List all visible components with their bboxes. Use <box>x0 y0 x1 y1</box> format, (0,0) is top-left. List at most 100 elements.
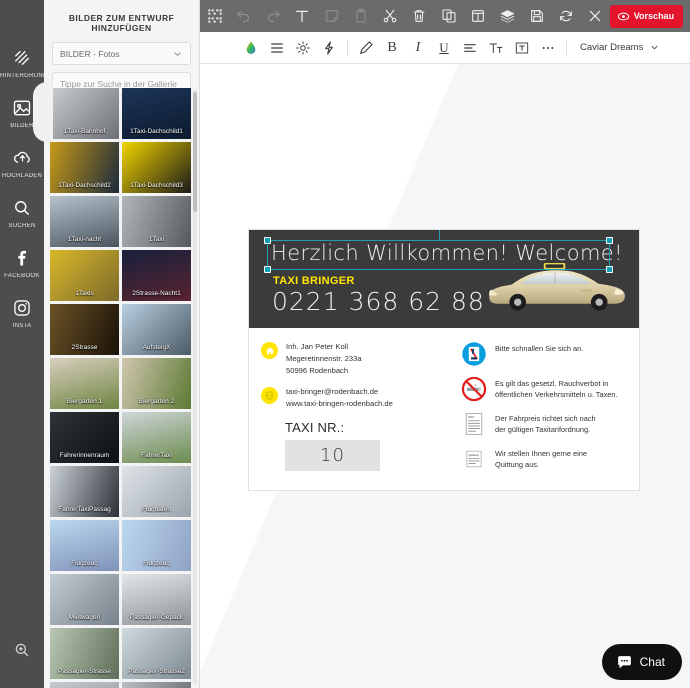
notice-receipt-line-1: Wir stellen Ihnen gerne eine <box>495 449 588 458</box>
notice-tariff-line-1: Der Fahrpreis richtet sich nach <box>495 414 596 423</box>
upload-cloud-icon <box>12 146 33 170</box>
notice-tariff[interactable]: Tarif Der Fahrpreis richtet sich nach de… <box>461 411 627 437</box>
gallery-scrollbar-thumb[interactable] <box>193 92 197 212</box>
italic-icon[interactable]: I <box>405 32 431 64</box>
bold-icon[interactable]: B <box>379 32 405 64</box>
pen-icon[interactable] <box>353 32 379 64</box>
text-icon[interactable] <box>288 0 317 32</box>
sidebar-item-facebook[interactable]: FACEBOOK <box>0 238 44 286</box>
address-line-2: Megeretinnenstr. 233a <box>286 353 362 363</box>
gallery-thumbnail[interactable]: Biergarten 1 <box>50 358 119 409</box>
undo-icon[interactable] <box>229 0 258 32</box>
gallery-thumbnail[interactable]: Flugzeug <box>50 520 119 571</box>
gallery-thumbnail[interactable]: 1Taxi-Dachschild3 <box>122 142 191 193</box>
notice-seatbelt-line-1: Bitte schnallen Sie sich an. <box>495 344 584 353</box>
selection-handle-top-left[interactable] <box>264 237 271 244</box>
facebook-icon <box>12 246 32 270</box>
address-text: Inh. Jan Peter Koll Megeretinnenstr. 233… <box>286 341 362 376</box>
notice-seatbelt[interactable]: Bitte schnallen Sie sich an. <box>461 341 627 367</box>
gallery-thumbnail[interactable]: 1Taxi-Dachschild2 <box>50 142 119 193</box>
cut-scissors-icon[interactable] <box>376 0 405 32</box>
canvas-company-name[interactable]: TAXI BRINGER <box>273 275 355 287</box>
gallery-thumbnail-label: Passagier-Gepack <box>129 614 184 621</box>
gallery-thumbnail[interactable]: Passagier-Strasse <box>50 628 119 679</box>
preview-button-label: Vorschau <box>633 11 675 21</box>
category-dropdown-value: BILDER - Fotos <box>60 48 120 59</box>
refresh-icon[interactable] <box>551 0 580 32</box>
gallery-thumbnail[interactable]: Biergarten 2 <box>122 358 191 409</box>
design-workspace[interactable]: Herzlich Willkommen! Welcome! TAXI BRING… <box>200 64 690 688</box>
gallery-thumbnail[interactable]: Flugzeug <box>122 520 191 571</box>
brightness-icon[interactable] <box>290 32 316 64</box>
color-drop-icon[interactable] <box>238 32 264 64</box>
gallery-thumbnail-label: FahrerTaxiPassag <box>58 506 111 513</box>
gallery-thumbnail-label: Passagier-Strasse <box>57 668 112 675</box>
preview-button[interactable]: Vorschau <box>609 4 684 28</box>
chevron-down-icon <box>649 42 660 53</box>
more-options-icon[interactable] <box>535 32 561 64</box>
sidebar-item-hintergrund[interactable]: HINTERGRUND <box>0 38 44 86</box>
qr-grid-icon[interactable] <box>200 0 229 32</box>
gallery-thumbnail[interactable]: 2Strasse <box>50 304 119 355</box>
sidebar-label-hintergrund: HINTERGRUND <box>0 72 44 79</box>
effects-bolt-icon[interactable] <box>316 32 342 64</box>
taxi-number-label[interactable]: TAXI NR.: <box>285 420 457 435</box>
zoom-in-button[interactable] <box>0 626 44 674</box>
selection-frame[interactable] <box>264 230 613 273</box>
close-icon[interactable] <box>580 0 609 32</box>
align-left-icon[interactable] <box>457 32 483 64</box>
gallery-thumbnail[interactable]: AufsteigX <box>122 304 191 355</box>
image-gallery[interactable]: 1Taxi-Bahnhof 1Taxi-Dachschild1 1Taxi-Dach… <box>50 88 198 688</box>
seatbelt-icon <box>462 342 486 366</box>
gallery-thumbnail[interactable]: 2Strasse-Nacht1 <box>122 250 191 301</box>
gallery-thumbnail[interactable] <box>122 682 191 688</box>
gallery-thumbnail[interactable]: 1Taxi <box>122 196 191 247</box>
eye-icon <box>617 10 630 23</box>
images-panel: BILDER ZUM ENTWURF HINZUFÜGEN BILDER - F… <box>44 0 200 688</box>
redo-icon[interactable] <box>259 0 288 32</box>
selection-handle-bottom-right[interactable] <box>606 266 613 273</box>
save-icon[interactable] <box>522 0 551 32</box>
gallery-thumbnail-label: 1Taxi-Bahnhof <box>63 128 106 135</box>
align-top-icon[interactable] <box>463 0 492 32</box>
text-box-icon[interactable] <box>509 32 535 64</box>
font-family-selector[interactable]: Caviar Dreams <box>580 42 660 53</box>
taxi-number-value[interactable]: 10 <box>285 439 380 471</box>
layers-icon[interactable] <box>493 0 522 32</box>
underline-icon[interactable]: U <box>431 32 457 64</box>
notice-no-smoking[interactable]: Es gilt das gesetzl. Rauchverbot in öffe… <box>461 376 627 402</box>
chat-button[interactable]: Chat <box>601 644 682 680</box>
duplicate-icon[interactable] <box>434 0 463 32</box>
web-row[interactable]: taxi-bringer@rodenbach.de www.taxi-bring… <box>261 386 457 410</box>
gallery-thumbnail[interactable]: Mietwagen <box>50 574 119 625</box>
sidebar-item-insta[interactable]: INSTA <box>0 288 44 336</box>
font-size-icon[interactable] <box>483 32 509 64</box>
design-canvas[interactable]: Herzlich Willkommen! Welcome! TAXI BRING… <box>248 229 640 491</box>
gallery-thumbnail[interactable]: 1Taxi-nacht <box>50 196 119 247</box>
notice-receipt[interactable]: Quittung Wir stellen Ihnen gerne eine Qu… <box>461 446 627 472</box>
gallery-thumbnail[interactable]: 1Taxi-Dachschild1 <box>122 88 191 139</box>
category-dropdown[interactable]: BILDER - Fotos <box>52 42 191 65</box>
receipt-icon: Quittung <box>466 450 482 468</box>
sidebar-item-suchen[interactable]: SUCHEN <box>0 188 44 236</box>
gallery-thumbnail[interactable] <box>50 682 119 688</box>
selection-handle-top-right[interactable] <box>606 237 613 244</box>
sticker-icon[interactable] <box>317 0 346 32</box>
gallery-thumbnail[interactable]: Passagier-Strasse2 <box>122 628 191 679</box>
gallery-thumbnail[interactable]: 1Taxi-Bahnhof <box>50 88 119 139</box>
sidebar-item-hochladen[interactable]: HOCHLADEN <box>0 138 44 186</box>
lines-icon[interactable] <box>264 32 290 64</box>
selection-handle-bottom-left[interactable] <box>264 266 271 273</box>
gallery-thumbnail[interactable]: 1Taxis <box>50 250 119 301</box>
address-row[interactable]: Inh. Jan Peter Koll Megeretinnenstr. 233… <box>261 341 457 376</box>
gallery-thumbnail[interactable]: Flughafen <box>122 466 191 517</box>
sidebar-item-bilder[interactable]: BILDER <box>0 82 53 142</box>
gallery-thumbnail[interactable]: Fahrerinnenraum <box>50 412 119 463</box>
image-icon <box>12 96 32 120</box>
canvas-phone-number[interactable]: 0221 368 62 88 <box>272 287 485 316</box>
gallery-thumbnail[interactable]: FahrerTaxi <box>122 412 191 463</box>
trash-icon[interactable] <box>405 0 434 32</box>
gallery-thumbnail[interactable]: Passagier-Gepack <box>122 574 191 625</box>
paste-icon[interactable] <box>346 0 375 32</box>
gallery-thumbnail[interactable]: FahrerTaxiPassag <box>50 466 119 517</box>
